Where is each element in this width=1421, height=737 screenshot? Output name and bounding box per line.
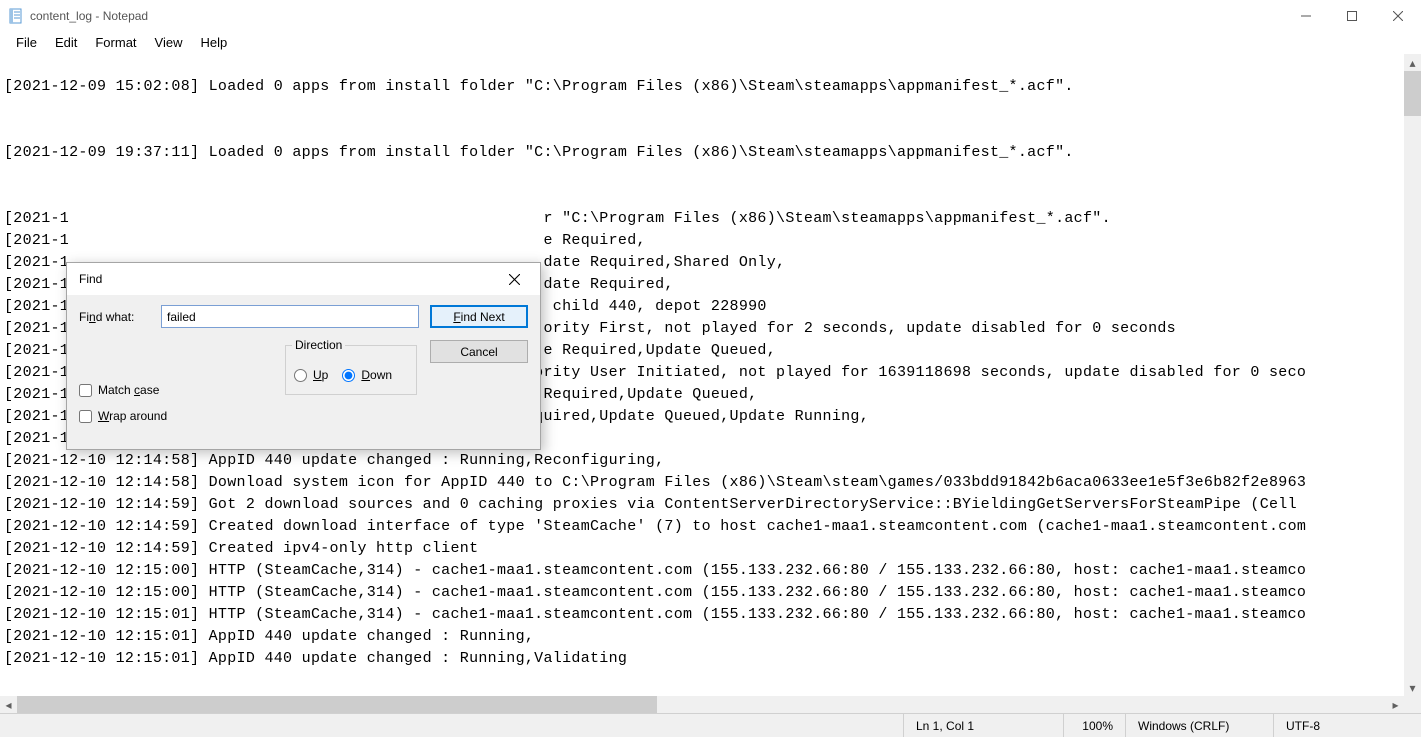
menu-format[interactable]: Format [87, 33, 144, 52]
status-line-ending: Windows (CRLF) [1125, 714, 1273, 737]
find-what-label: Find what: [79, 310, 151, 324]
status-spacer [0, 714, 903, 737]
minimize-button[interactable] [1283, 0, 1329, 32]
cancel-button[interactable]: Cancel [430, 340, 528, 363]
editor-area: [2021-12-09 15:02:08] Loaded 0 apps from… [0, 54, 1421, 713]
find-next-button[interactable]: Find Next [430, 305, 528, 328]
maximize-button[interactable] [1329, 0, 1375, 32]
match-case-checkbox[interactable]: Match case [79, 383, 167, 397]
menu-edit[interactable]: Edit [47, 33, 85, 52]
notepad-icon [8, 8, 24, 24]
direction-label: Direction [292, 338, 345, 352]
menu-help[interactable]: Help [192, 33, 235, 52]
horizontal-scroll-thumb[interactable] [17, 696, 657, 713]
menu-file[interactable]: File [8, 33, 45, 52]
match-case-input[interactable] [79, 384, 92, 397]
scroll-up-arrow-icon[interactable]: ▴ [1404, 54, 1421, 71]
window-title: content_log - Notepad [30, 9, 148, 23]
horizontal-scrollbar[interactable]: ◂ ▸ [0, 696, 1404, 713]
find-close-button[interactable] [494, 265, 534, 293]
vertical-scrollbar[interactable]: ▴ ▾ [1404, 54, 1421, 696]
scroll-down-arrow-icon[interactable]: ▾ [1404, 679, 1421, 696]
direction-down-radio[interactable]: Down [342, 368, 392, 382]
match-case-label: Match case [98, 383, 159, 397]
menubar: File Edit Format View Help [0, 32, 1421, 54]
wrap-around-checkbox[interactable]: Wrap around [79, 409, 167, 423]
wrap-around-input[interactable] [79, 410, 92, 423]
direction-down-label: Down [361, 368, 392, 382]
direction-group: Direction Up Down [285, 345, 417, 395]
direction-down-input[interactable] [342, 369, 355, 382]
find-dialog[interactable]: Find Find what: Find Next Cancel Directi… [66, 262, 541, 450]
status-zoom: 100% [1063, 714, 1125, 737]
notepad-window: content_log - Notepad File Edit Format V… [0, 0, 1421, 737]
wrap-around-label: Wrap around [98, 409, 167, 423]
scrollbar-corner [1404, 696, 1421, 713]
vertical-scroll-thumb[interactable] [1404, 71, 1421, 116]
direction-up-label: Up [313, 368, 328, 382]
find-dialog-title: Find [79, 272, 494, 286]
find-what-input[interactable] [161, 305, 419, 328]
menu-view[interactable]: View [147, 33, 191, 52]
scroll-left-arrow-icon[interactable]: ◂ [0, 696, 17, 713]
find-dialog-titlebar[interactable]: Find [67, 263, 540, 295]
close-button[interactable] [1375, 0, 1421, 32]
direction-up-radio[interactable]: Up [294, 368, 328, 382]
status-position: Ln 1, Col 1 [903, 714, 1063, 737]
scroll-right-arrow-icon[interactable]: ▸ [1387, 696, 1404, 713]
direction-up-input[interactable] [294, 369, 307, 382]
titlebar[interactable]: content_log - Notepad [0, 0, 1421, 32]
find-dialog-body: Find what: Find Next Cancel Direction Up [67, 295, 540, 449]
status-encoding: UTF-8 [1273, 714, 1421, 737]
statusbar: Ln 1, Col 1 100% Windows (CRLF) UTF-8 [0, 713, 1421, 737]
